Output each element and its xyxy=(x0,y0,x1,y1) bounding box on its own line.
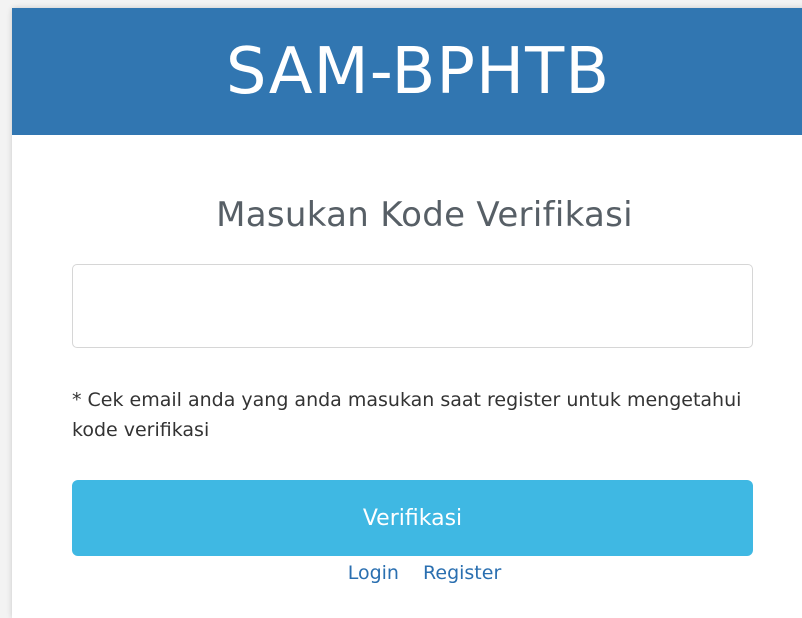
verification-code-input[interactable] xyxy=(72,264,753,348)
verification-card: SAM-BPHTB Masukan Kode Verifikasi * Cek … xyxy=(12,8,802,618)
login-link[interactable]: Login xyxy=(348,562,399,584)
verify-button[interactable]: Verifikasi xyxy=(72,480,753,556)
register-link[interactable]: Register xyxy=(423,562,501,584)
hint-text: * Cek email anda yang anda masukan saat … xyxy=(72,389,742,441)
header-bar: SAM-BPHTB xyxy=(12,8,802,135)
app-title: SAM-BPHTB xyxy=(225,34,611,109)
auth-links: Login Register xyxy=(12,562,802,584)
page-title: Masukan Kode Verifikasi xyxy=(216,195,633,235)
